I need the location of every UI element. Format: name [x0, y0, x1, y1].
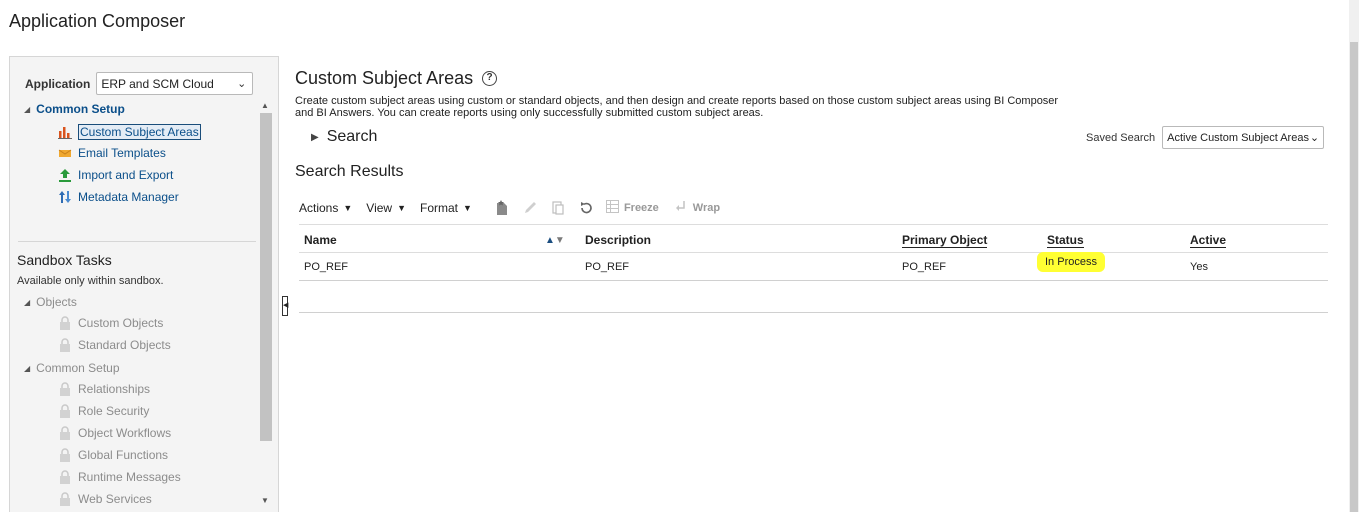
tree-item-metadata-manager[interactable]: Metadata Manager — [58, 190, 179, 204]
help-icon[interactable]: ? — [482, 71, 498, 86]
freeze-icon — [605, 200, 619, 216]
format-menu[interactable]: Format ▼ — [420, 201, 472, 215]
lock-icon — [58, 470, 72, 484]
duplicate-icon[interactable] — [550, 200, 566, 216]
application-select[interactable]: ERP and SCM Cloud ⌄ — [96, 72, 254, 95]
table-row[interactable]: PO_REF PO_REF PO_REF In Process Yes — [299, 252, 1328, 281]
caret-down-icon: ▼ — [397, 203, 406, 213]
scroll-down-icon[interactable]: ▼ — [261, 496, 269, 505]
column-header-primary-object[interactable]: Primary Object — [902, 233, 988, 248]
collapse-triangle-icon[interactable]: ◢ — [24, 298, 30, 307]
tree-item-standard-objects: Standard Objects — [58, 338, 171, 352]
bar-chart-icon — [58, 125, 72, 139]
cell-active: Yes — [1190, 261, 1208, 273]
tree-item-object-workflows: Object Workflows — [58, 426, 171, 440]
email-template-icon — [58, 146, 72, 160]
cell-status: In Process — [1037, 252, 1105, 272]
tree-item-relationships: Relationships — [58, 382, 150, 396]
chevron-down-icon: ⌄ — [237, 78, 247, 90]
column-header-description[interactable]: Description — [585, 233, 651, 247]
import-export-icon — [58, 168, 72, 182]
column-header-name[interactable]: Name — [304, 233, 337, 247]
tree-objects[interactable]: ◢ Objects — [24, 295, 77, 309]
lock-icon — [58, 338, 72, 352]
search-results-table: Name ▲▼ Description Primary Object Statu… — [299, 224, 1328, 281]
tree-item-web-services: Web Services — [58, 492, 152, 506]
sort-ascending-icon[interactable]: ▲ — [545, 235, 555, 246]
saved-search-select[interactable]: Active Custom Subject Areas ⌄ — [1162, 126, 1325, 149]
view-menu[interactable]: View ▼ — [366, 201, 406, 215]
page-scroll-thumb[interactable] — [1350, 42, 1358, 512]
caret-down-icon: ▼ — [343, 203, 353, 213]
search-section-toggle[interactable]: ▶ Search — [311, 128, 377, 146]
application-label: Application — [25, 76, 91, 91]
sandbox-tasks-title: Sandbox Tasks — [17, 252, 112, 268]
refresh-icon[interactable] — [578, 200, 594, 216]
scroll-thumb[interactable] — [260, 113, 272, 441]
wrap-button[interactable]: Wrap — [675, 200, 720, 216]
scroll-up-icon[interactable]: ▲ — [261, 101, 269, 110]
app-title: Application Composer — [9, 11, 186, 31]
cell-name: PO_REF — [304, 261, 349, 273]
edit-icon[interactable] — [522, 200, 538, 216]
freeze-button[interactable]: Freeze — [605, 200, 659, 216]
left-navigation-panel: Application ERP and SCM Cloud ⌄ ◢ Common… — [9, 56, 279, 512]
sort-descending-icon[interactable]: ▼ — [555, 235, 565, 246]
page-title: Custom Subject Areas ? — [295, 68, 498, 89]
create-icon[interactable] — [494, 200, 510, 216]
lock-icon — [58, 492, 72, 506]
page-scrollbar[interactable] — [1349, 0, 1359, 512]
chevron-down-icon: ⌄ — [1309, 132, 1320, 144]
sort-icons[interactable]: ▲▼ — [545, 235, 565, 246]
expand-triangle-icon: ▶ — [311, 131, 319, 143]
search-results-title: Search Results — [295, 163, 404, 180]
application-selector-row: Application ERP and SCM Cloud ⌄ — [25, 72, 254, 95]
page-description: Create custom subject areas using custom… — [295, 95, 1059, 119]
results-toolbar: Actions ▼ View ▼ Format ▼ Freeze Wrap — [299, 196, 736, 220]
tree-item-custom-subject-areas[interactable]: Custom Subject Areas — [58, 124, 201, 140]
column-header-status[interactable]: Status — [1047, 233, 1084, 248]
tree-common-setup[interactable]: ◢ Common Setup — [24, 102, 125, 116]
left-panel-scrollbar[interactable]: ▲ ▼ — [259, 97, 273, 513]
tree-item-email-templates[interactable]: Email Templates — [58, 146, 166, 160]
table-bottom-divider — [299, 312, 1328, 313]
column-header-active[interactable]: Active — [1190, 233, 1227, 248]
saved-search: Saved Search Active Custom Subject Areas… — [1086, 126, 1325, 149]
tree-item-global-functions: Global Functions — [58, 448, 168, 462]
saved-search-label: Saved Search — [1086, 131, 1156, 144]
lock-icon — [58, 448, 72, 462]
application-select-value: ERP and SCM Cloud — [101, 76, 214, 91]
caret-down-icon: ▼ — [463, 203, 472, 213]
collapse-triangle-icon[interactable]: ◢ — [24, 364, 30, 373]
actions-menu[interactable]: Actions ▼ — [299, 201, 352, 215]
tree-item-import-export[interactable]: Import and Export — [58, 168, 173, 182]
lock-icon — [58, 316, 72, 330]
lock-icon — [58, 382, 72, 396]
status-highlight: In Process — [1037, 252, 1105, 272]
tree-item-runtime-messages: Runtime Messages — [58, 470, 181, 484]
tree-item-custom-objects: Custom Objects — [58, 316, 163, 330]
tree-item-role-security: Role Security — [58, 404, 149, 418]
saved-search-value: Active Custom Subject Areas — [1167, 131, 1309, 144]
tree-sandbox-common-setup[interactable]: ◢ Common Setup — [24, 361, 120, 375]
wrap-icon — [675, 200, 688, 216]
collapse-triangle-icon[interactable]: ◢ — [24, 105, 30, 114]
cell-description: PO_REF — [585, 261, 630, 273]
panel-divider — [18, 241, 256, 242]
metadata-manager-icon — [58, 190, 72, 204]
lock-icon — [58, 426, 72, 440]
collapse-panel-handle[interactable]: ◀ — [282, 296, 288, 316]
lock-icon — [58, 404, 72, 418]
cell-primary-object: PO_REF — [902, 261, 947, 273]
sandbox-note: Available only within sandbox. — [17, 275, 164, 287]
table-header: Name ▲▼ Description Primary Object Statu… — [299, 224, 1328, 253]
